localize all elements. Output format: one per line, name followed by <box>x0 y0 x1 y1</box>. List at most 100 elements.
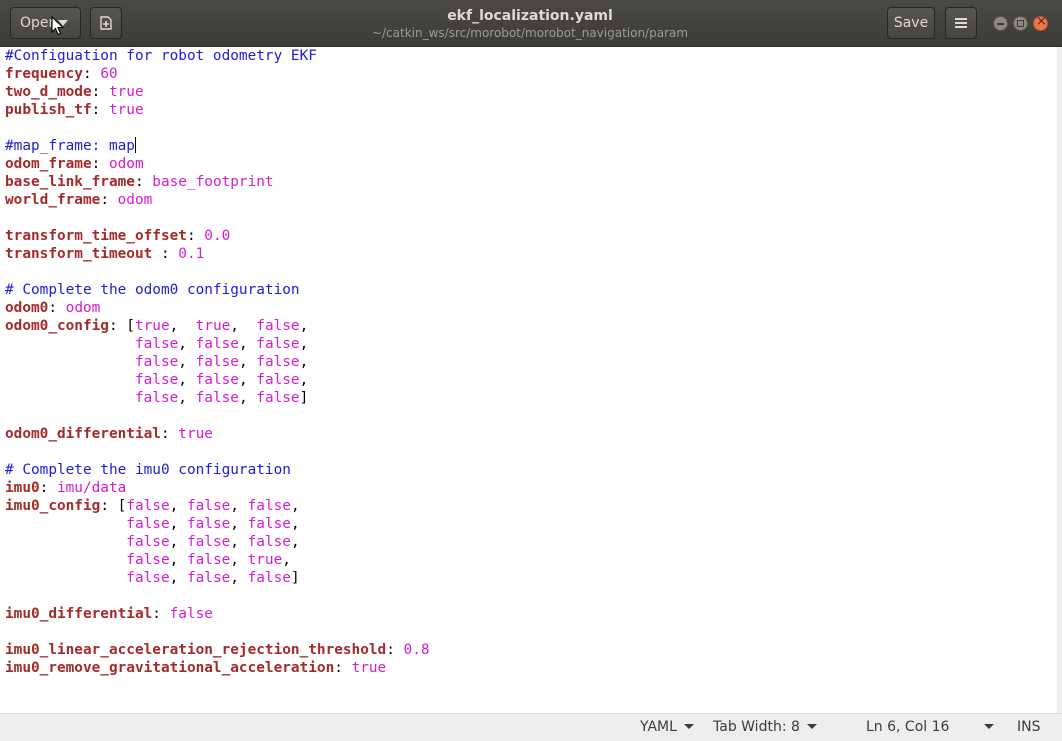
code-line[interactable]: false, false, false, <box>5 515 430 533</box>
yaml-value: false <box>256 318 300 334</box>
cursor-position-label: Ln 6, Col 16 <box>866 719 950 735</box>
code-line[interactable]: publish_tf: true <box>5 101 430 119</box>
code-line[interactable]: world_frame: odom <box>5 191 430 209</box>
save-button[interactable]: Save <box>887 7 935 39</box>
yaml-value: imu/data <box>56 480 127 496</box>
code-line[interactable] <box>5 623 430 641</box>
punctuation: , <box>238 354 257 370</box>
yaml-value: false <box>247 534 291 550</box>
code-line[interactable]: imu0_linear_acceleration_rejection_thres… <box>5 641 430 659</box>
code-line[interactable]: false, false, false, <box>5 335 430 353</box>
punctuation: : <box>48 300 66 316</box>
code-line[interactable]: false, false, false, <box>5 533 430 551</box>
title-area: ekf_localization.yaml ~/catkin_ws/src/mo… <box>300 7 760 41</box>
code-line[interactable]: false, false, false, <box>5 371 430 389</box>
punctuation: : <box>100 192 118 208</box>
punctuation: , <box>238 372 257 388</box>
yaml-value: false <box>195 390 239 406</box>
text-editor[interactable]: #Configuation for robot odometry EKF freq… <box>0 47 1062 713</box>
code-line[interactable]: frequency: 60 <box>5 65 430 83</box>
yaml-value: false <box>186 534 231 550</box>
code-line[interactable] <box>5 119 430 137</box>
punctuation: ] <box>290 570 300 586</box>
yaml-value: 60 <box>100 66 118 82</box>
code-line[interactable]: false, false, false, <box>5 353 430 371</box>
yaml-key: odom0_differential <box>5 426 161 442</box>
punctuation <box>5 570 126 586</box>
yaml-key: odom0 <box>5 300 49 316</box>
code-line[interactable]: false, false, false] <box>5 389 430 407</box>
cursor-position-selector[interactable]: Ln 6, Col 16 <box>866 718 949 736</box>
punctuation: , <box>169 318 196 334</box>
position-dropdown[interactable] <box>977 718 994 736</box>
punctuation: , <box>169 552 187 568</box>
insert-mode-indicator[interactable]: INS <box>1017 718 1041 736</box>
code-line[interactable] <box>5 443 430 461</box>
yaml-key: world_frame <box>5 192 101 208</box>
code-line[interactable]: #Configuation for robot odometry EKF <box>5 47 430 65</box>
punctuation: , <box>169 570 187 586</box>
punctuation: : <box>160 426 179 442</box>
yaml-key: transform_time_offset <box>5 228 187 244</box>
punctuation: , <box>169 498 187 514</box>
new-document-button[interactable] <box>90 7 122 39</box>
code-line[interactable] <box>5 587 430 605</box>
punctuation: , <box>178 390 196 406</box>
yaml-value: false <box>134 336 179 352</box>
code-line[interactable]: false, false, true, <box>5 551 430 569</box>
code-line[interactable]: false, false, false] <box>5 569 430 587</box>
code-line[interactable]: imu0_differential: false <box>5 605 430 623</box>
yaml-value: 0.1 <box>178 246 205 262</box>
code-line[interactable]: odom0_differential: true <box>5 425 430 443</box>
yaml-key: two_d_mode <box>5 84 92 100</box>
maximize-icon[interactable] <box>1013 16 1028 31</box>
code-line[interactable] <box>5 407 430 425</box>
yaml-value: true <box>195 318 231 334</box>
scrollbar[interactable] <box>1057 47 1062 713</box>
yaml-comment: # Complete the odom0 configuration <box>5 282 300 298</box>
code-line[interactable]: #map_frame: map <box>5 137 430 155</box>
minimize-icon[interactable] <box>993 16 1008 31</box>
code-line[interactable]: odom_frame: odom <box>5 155 430 173</box>
close-icon[interactable] <box>1033 14 1048 31</box>
code-line[interactable]: odom0: odom <box>5 299 430 317</box>
code-line[interactable]: transform_time_offset: 0.0 <box>5 227 430 245</box>
code-line[interactable]: imu0_remove_gravitational_acceleration: … <box>5 659 430 677</box>
code-line[interactable]: imu0_config: [false, false, false, <box>5 497 430 515</box>
code-view[interactable]: #Configuation for robot odometry EKF freq… <box>5 47 430 677</box>
code-line[interactable] <box>5 263 430 281</box>
yaml-value: odom <box>117 192 153 208</box>
punctuation: , <box>230 516 248 532</box>
punctuation: , <box>299 354 309 370</box>
chevron-down-icon <box>984 724 994 729</box>
code-line[interactable]: imu0: imu/data <box>5 479 430 497</box>
yaml-comment: #map_frame: map <box>5 138 135 154</box>
punctuation: , <box>299 318 309 334</box>
menu-button[interactable] <box>945 7 977 39</box>
open-button[interactable]: Open <box>10 7 81 39</box>
yaml-value: 0.0 <box>204 228 231 244</box>
hamburger-menu-icon <box>955 18 967 28</box>
code-line[interactable]: odom0_config: [true, true, false, <box>5 317 430 335</box>
yaml-value: false <box>195 336 239 352</box>
code-line[interactable]: # Complete the imu0 configuration <box>5 461 430 479</box>
punctuation: , <box>238 390 257 406</box>
punctuation: , <box>238 336 257 352</box>
yaml-value: false <box>186 498 231 514</box>
yaml-key: transform_timeout <box>5 246 153 262</box>
yaml-value: false <box>256 354 300 370</box>
code-line[interactable]: two_d_mode: true <box>5 83 430 101</box>
punctuation: : <box>82 66 101 82</box>
code-line[interactable]: # Complete the odom0 configuration <box>5 281 430 299</box>
yaml-key: imu0_differential <box>5 606 153 622</box>
punctuation: : <box>334 660 352 676</box>
language-selector[interactable]: YAML <box>640 718 694 736</box>
yaml-value: false <box>247 498 291 514</box>
tab-width-selector[interactable]: Tab Width: 8 <box>713 718 817 736</box>
code-line[interactable]: transform_timeout : 0.1 <box>5 245 430 263</box>
language-label: YAML <box>640 719 677 735</box>
yaml-value: false <box>247 516 291 532</box>
yaml-value: false <box>256 372 300 388</box>
code-line[interactable]: base_link_frame: base_footprint <box>5 173 430 191</box>
code-line[interactable] <box>5 209 430 227</box>
